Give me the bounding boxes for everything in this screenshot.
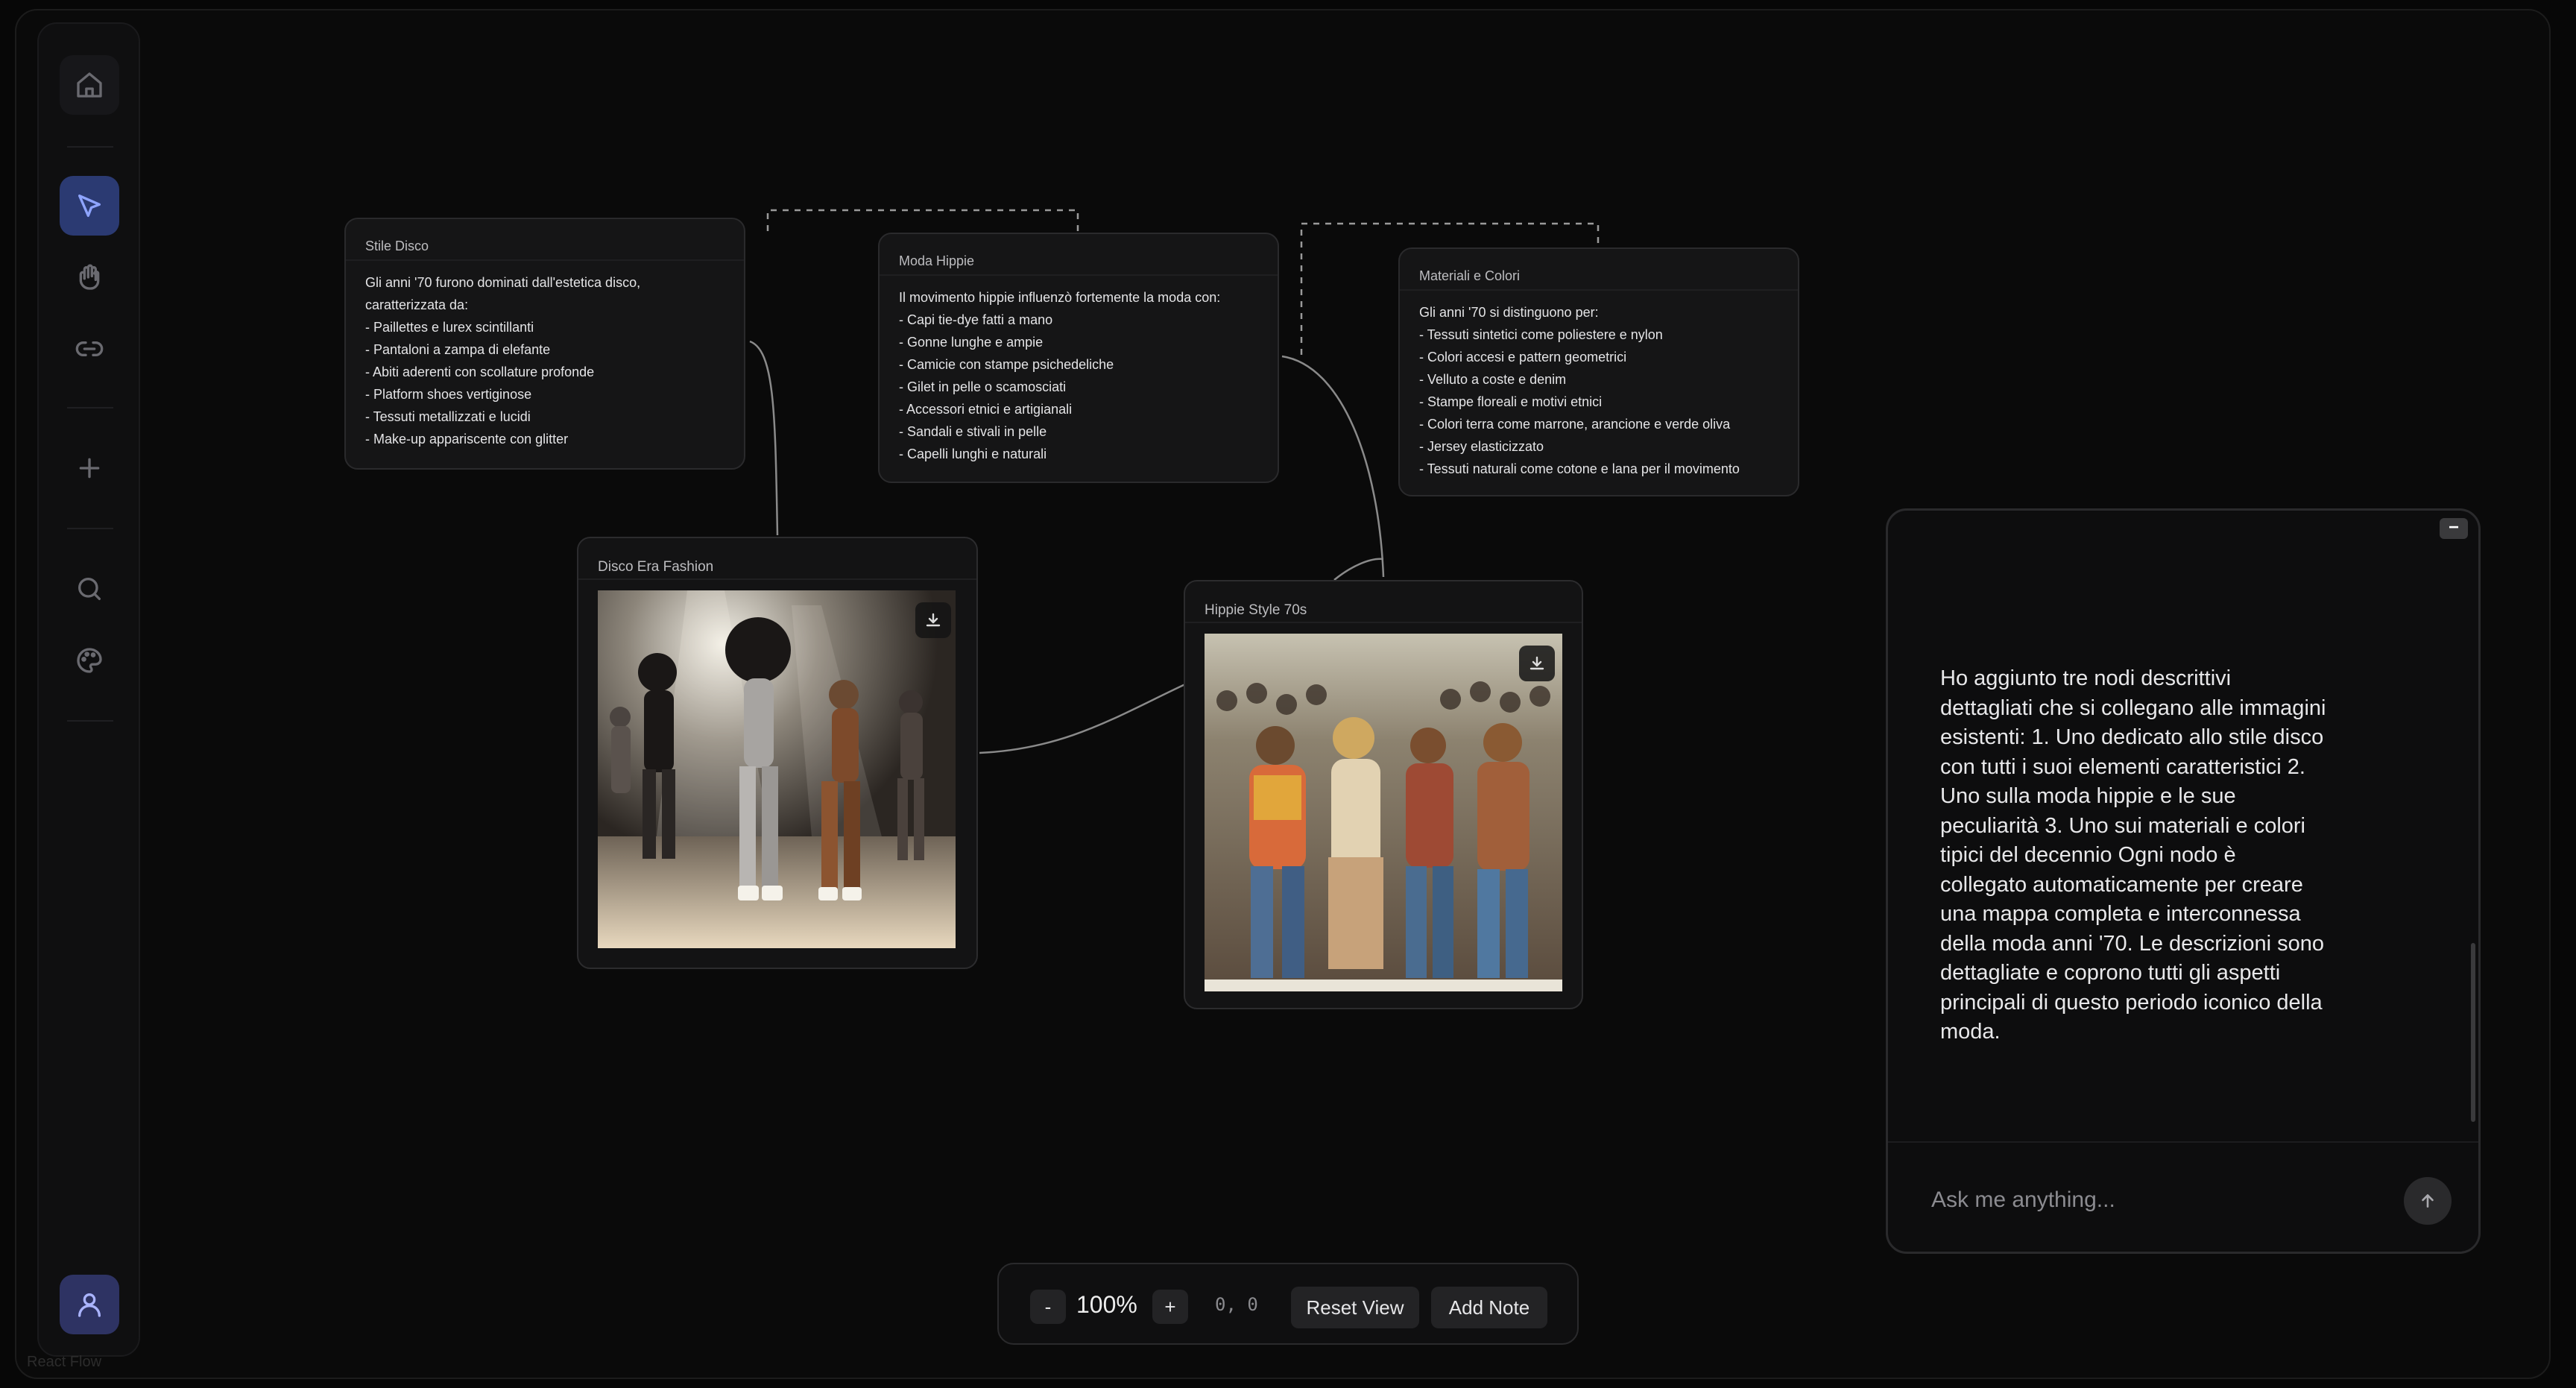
zoom-in-button[interactable]: + — [1152, 1290, 1188, 1324]
add-note-button[interactable]: Add Note — [1431, 1287, 1547, 1328]
search-icon — [78, 578, 101, 600]
note-line: - Tessuti sintetici come poliestere e ny… — [1419, 327, 1663, 342]
chat-panel: − Ho aggiunto tre nodi descrittivi detta… — [1886, 508, 2481, 1254]
note-line: - Tessuti metallizzati e lucidi — [365, 409, 531, 424]
hand-icon — [79, 264, 100, 290]
note-line: - Capelli lunghi e naturali — [899, 447, 1047, 461]
assistant-message: Ho aggiunto tre nodi descrittivi dettagl… — [1940, 666, 2326, 1044]
note-stile-disco[interactable]: Stile Disco Gli anni '70 furono dominati… — [344, 218, 745, 470]
hippie-photo — [1205, 634, 1562, 991]
note-line: caratterizzata da: — [365, 297, 469, 312]
palette-button[interactable] — [60, 631, 119, 690]
note-line: Gli anni '70 furono dominati dall'esteti… — [365, 275, 641, 290]
note-line: - Jersey elasticizzato — [1419, 439, 1544, 454]
note-line: - Platform shoes vertiginose — [365, 387, 532, 402]
pan-tool-button[interactable] — [60, 247, 119, 307]
canvas-coordinates: 0, 0 — [1215, 1294, 1258, 1315]
note-body: Gli anni '70 furono dominati dall'esteti… — [346, 261, 744, 450]
chat-input[interactable] — [1931, 1182, 2378, 1219]
sidebar-divider — [67, 720, 113, 722]
note-line: Gli anni '70 si distinguono per: — [1419, 305, 1599, 320]
user-icon — [78, 1293, 101, 1317]
home-button[interactable] — [60, 55, 119, 115]
react-flow-attribution[interactable]: React Flow — [27, 1354, 101, 1371]
search-button[interactable] — [60, 559, 119, 619]
note-line: - Accessori etnici e artigianali — [899, 402, 1073, 417]
disco-photo — [598, 590, 956, 948]
note-line: - Paillettes e lurex scintillanti — [365, 320, 534, 335]
note-line: - Colori accesi e pattern geometrici — [1419, 350, 1627, 365]
note-line: - Gonne lunghe e ampie — [899, 335, 1044, 350]
link-icon — [75, 341, 104, 356]
note-body: Il movimento hippie influenzò fortemente… — [880, 276, 1278, 465]
note-title: Stile Disco — [346, 219, 744, 261]
note-body: Gli anni '70 si distinguono per: - Tessu… — [1400, 291, 1798, 480]
chat-divider — [1888, 1141, 2478, 1143]
link-tool-button[interactable] — [60, 319, 119, 379]
user-profile-button[interactable] — [60, 1275, 119, 1334]
note-title: Materiali e Colori — [1400, 249, 1798, 291]
arrow-up-icon — [2422, 1194, 2434, 1208]
minimize-button[interactable]: − — [2440, 518, 2468, 539]
sidebar-divider — [67, 146, 113, 148]
image-node-title: Disco Era Fashion — [578, 538, 976, 580]
note-line: - Abiti aderenti con scollature profonde — [365, 365, 595, 379]
note-line: - Pantaloni a zampa di elefante — [365, 342, 551, 357]
download-button[interactable] — [915, 602, 951, 638]
plus-icon — [79, 458, 100, 479]
sidebar-divider — [67, 528, 113, 529]
zoom-out-button[interactable]: - — [1030, 1290, 1066, 1324]
select-tool-button[interactable] — [60, 176, 119, 236]
canvas-toolbar: - 100% + 0, 0 Reset View Add Note — [997, 1263, 1579, 1345]
add-node-button[interactable] — [60, 438, 119, 498]
sidebar — [37, 22, 140, 1357]
note-line: - Capi tie-dye fatti a mano — [899, 312, 1053, 327]
note-line: - Sandali e stivali in pelle — [899, 424, 1047, 439]
image-node-hippie[interactable]: Hippie Style 70s — [1184, 580, 1583, 1009]
home-icon — [77, 72, 102, 98]
zoom-level: 100% — [1076, 1291, 1137, 1318]
sidebar-divider — [67, 407, 113, 408]
note-line: - Camicie con stampe psichedeliche — [899, 357, 1114, 372]
note-line: - Stampe floreali e motivi etnici — [1419, 394, 1603, 409]
palette-icon — [77, 648, 102, 673]
send-button[interactable] — [2404, 1177, 2452, 1225]
note-line: Il movimento hippie influenzò fortemente… — [899, 290, 1221, 305]
note-materiali-colori[interactable]: Materiali e Colori Gli anni '70 si disti… — [1398, 247, 1799, 496]
download-icon — [926, 613, 941, 627]
reset-view-button[interactable]: Reset View — [1291, 1287, 1419, 1328]
cursor-icon — [78, 195, 101, 217]
note-title: Moda Hippie — [880, 234, 1278, 276]
note-line: - Colori terra come marrone, arancione e… — [1419, 417, 1731, 432]
image-node-disco[interactable]: Disco Era Fashion — [577, 537, 978, 969]
note-line: - Make-up appariscente con glitter — [365, 432, 569, 447]
note-moda-hippie[interactable]: Moda Hippie Il movimento hippie influenz… — [878, 233, 1279, 483]
download-button[interactable] — [1519, 646, 1555, 681]
note-line: - Velluto a coste e denim — [1419, 372, 1567, 387]
note-line: - Gilet in pelle o scamosciati — [899, 379, 1067, 394]
note-line: - Tessuti naturali come cotone e lana pe… — [1419, 461, 1740, 476]
download-icon — [1530, 656, 1544, 670]
chat-scrollbar[interactable] — [2471, 943, 2475, 1122]
image-node-title: Hippie Style 70s — [1185, 581, 1582, 623]
